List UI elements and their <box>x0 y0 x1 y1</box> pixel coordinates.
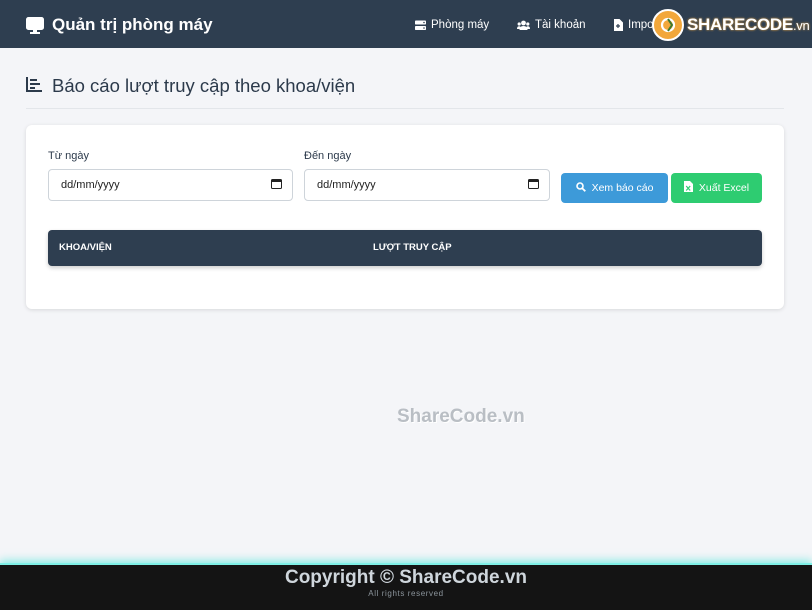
column-header-faculty[interactable]: KHOA/VIỆN <box>59 230 112 266</box>
brand[interactable]: Quản trị phòng máy <box>26 14 213 36</box>
from-date-value: dd/mm/yyyy <box>61 179 120 191</box>
sharecode-logo: SHARECODE.vn <box>652 9 812 41</box>
sharecode-logo-text: SHARECODE.vn <box>687 15 810 34</box>
title-divider <box>26 108 784 109</box>
footer: Copyright © ShareCode.vn All rights rese… <box>0 563 812 610</box>
top-navbar: Quản trị phòng máy Phòng máy Tài khoản I… <box>0 0 812 48</box>
to-date-input[interactable]: dd/mm/yyyy <box>304 169 550 201</box>
footer-rights: All rights reserved <box>368 589 444 598</box>
server-icon <box>415 20 426 31</box>
footer-copyright: Copyright © ShareCode.vn <box>284 567 528 588</box>
sharecode-logo-icon <box>652 9 684 41</box>
brand-title: Quản trị phòng máy <box>52 15 213 34</box>
nav-item-rooms[interactable]: Phòng máy <box>415 16 489 34</box>
export-excel-button[interactable]: Xuất Excel <box>671 173 762 203</box>
view-report-label: Xem báo cáo <box>591 182 654 194</box>
chart-bar-icon <box>26 75 42 97</box>
column-header-visits[interactable]: LƯỢT TRUY CẬP <box>373 230 452 266</box>
nav-item-label: Tài khoản <box>535 19 586 31</box>
export-excel-label: Xuất Excel <box>698 182 750 194</box>
monitor-icon <box>26 16 44 34</box>
page-title: Báo cáo lượt truy cập theo khoa/viện <box>26 74 355 98</box>
users-icon <box>517 20 530 31</box>
footer-glow-line <box>0 563 812 565</box>
search-icon <box>575 181 586 195</box>
calendar-icon[interactable] <box>528 178 539 192</box>
report-table-header: KHOA/VIỆN LƯỢT TRUY CẬP <box>48 230 762 266</box>
page-title-text: Báo cáo lượt truy cập theo khoa/viện <box>52 75 356 96</box>
view-report-button[interactable]: Xem báo cáo <box>561 173 668 203</box>
to-date-value: dd/mm/yyyy <box>317 179 376 191</box>
nav-item-label: Impo <box>628 19 654 31</box>
to-date-label: Đến ngày <box>304 150 352 162</box>
file-excel-icon <box>683 181 693 195</box>
nav-item-accounts[interactable]: Tài khoản <box>517 16 586 34</box>
from-date-input[interactable]: dd/mm/yyyy <box>48 169 293 201</box>
nav-item-label: Phòng máy <box>431 19 490 31</box>
report-card: Từ ngày dd/mm/yyyy Đến ngày dd/mm/yyyy X… <box>26 125 784 309</box>
watermark-text: ShareCode.vn <box>397 406 525 427</box>
calendar-icon[interactable] <box>271 178 282 192</box>
nav-item-import[interactable]: Impo <box>613 16 654 34</box>
from-date-label: Từ ngày <box>48 150 89 162</box>
file-import-icon <box>613 19 623 31</box>
